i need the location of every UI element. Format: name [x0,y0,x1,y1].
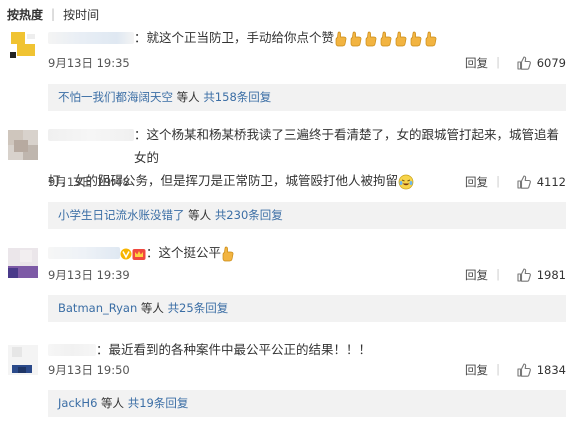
comment-body-line-1: ：这个杨某和杨某桥我读了三遍终于看清楚了，女的跟城管打起来，城管追着女的 [134,127,560,165]
timestamp: 9月13日 19:35 [48,56,130,70]
thumbs-up-icon [516,174,532,190]
sort-tabs: 按热度 | 按时间 [7,3,105,25]
comment-body: ：这个挺公平 [146,245,222,260]
view-replies-link[interactable]: 共19条回复 [128,396,189,410]
tab-sort-time[interactable]: 按时间 [63,6,105,23]
like-button[interactable]: 4112 [516,174,566,190]
like-button[interactable]: 1834 [516,362,566,378]
avatar[interactable] [8,248,38,278]
comment-meta: 9月13日 19:39 回复 | 1981 [48,267,566,283]
like-count: 4112 [536,175,566,189]
like-count: 6079 [536,56,566,70]
tab-sort-hot[interactable]: 按热度 [7,6,49,23]
member-crown-icon [132,248,146,260]
sub-reply-user-link[interactable]: 小学生日记流水账没错了 [58,208,185,222]
timestamp: 9月13日 19:39 [48,268,130,282]
sub-reply-connector: 等人 [173,90,204,104]
like-count: 1981 [536,268,566,282]
sub-reply-summary: JackH6 等人 共19条回复 [48,390,566,417]
thumbs-up-icon [516,267,532,283]
comment-meta: 9月13日 19:48 回复 | 4112 [48,174,566,190]
reply-button[interactable]: 回复 [465,267,488,283]
thumbs-up-icon [516,55,532,71]
v-badge-icon [120,248,132,259]
separator: | [496,55,500,69]
sub-reply-user-link[interactable]: Batman_Ryan [58,301,137,315]
comment-body: ：就这个正当防卫，手动给你点个赞 [134,30,335,45]
okay-hand-emoji [394,31,408,47]
sub-reply-summary: 小学生日记流水账没错了 等人 共230条回复 [48,202,566,229]
comment-meta: 9月13日 19:35 回复 | 6079 [48,55,566,71]
separator: | [496,174,500,188]
okay-hand-emoji [364,31,378,47]
view-replies-link[interactable]: 共158条回复 [203,90,271,104]
separator: | [496,362,500,376]
okay-hand-emoji [221,246,235,262]
tab-separator: | [51,7,56,21]
okay-hand-emoji [409,31,423,47]
comment-text: ：最近看到的各种案件中最公平公正的结果！！！ [48,338,566,361]
sub-reply-summary: Batman_Ryan 等人 共25条回复 [48,295,566,322]
reply-button[interactable]: 回复 [465,55,488,71]
comment-text: ：就这个正当防卫，手动给你点个赞 [48,26,566,49]
separator: | [496,267,500,281]
okay-hand-emoji [424,31,438,47]
okay-hand-emoji [334,31,348,47]
like-button[interactable]: 1981 [516,267,566,283]
timestamp: 9月13日 19:50 [48,363,130,377]
avatar[interactable] [8,130,38,160]
okay-hand-emoji [379,31,393,47]
view-replies-link[interactable]: 共25条回复 [168,301,229,315]
comment-item-3: ：这个挺公平 9月13日 19:39 回复 | 1981 Batman_Ryan… [0,238,580,326]
sub-reply-summary: 不怕一我们都海阔天空 等人 共158条回复 [48,84,566,111]
thumb-emojis [334,30,439,45]
comment-item-2: ：这个杨某和杨某桥我读了三遍终于看清楚了，女的跟城管打起来，城管追着女的 打，女… [0,122,580,230]
reply-button[interactable]: 回复 [465,174,488,190]
thumbs-up-icon [516,362,532,378]
comment-item-4: ：最近看到的各种案件中最公平公正的结果！！！ 9月13日 19:50 回复 | … [0,335,580,425]
like-count: 1834 [536,363,566,377]
sub-reply-connector: 等人 [97,396,128,410]
avatar[interactable] [8,345,38,375]
view-replies-link[interactable]: 共230条回复 [215,208,283,222]
avatar[interactable] [8,30,38,60]
sub-reply-user-link[interactable]: JackH6 [58,396,97,410]
comment-item-1: ：就这个正当防卫，手动给你点个赞 9月13日 19:35 回复 | 6079 不… [0,26,580,112]
comment-line-1: ：这个杨某和杨某桥我读了三遍终于看清楚了，女的跟城管打起来，城管追着女的 [48,123,566,169]
sub-reply-connector: 等人 [137,301,168,315]
sub-reply-user-link[interactable]: 不怕一我们都海阔天空 [58,90,173,104]
sub-reply-connector: 等人 [184,208,215,222]
like-button[interactable]: 6079 [516,55,566,71]
okay-hand-emoji [349,31,363,47]
comment-meta: 9月13日 19:50 回复 | 1834 [48,362,566,378]
comment-text: ：这个挺公平 [48,241,566,264]
comment-body: ：最近看到的各种案件中最公平公正的结果！！！ [96,342,372,357]
reply-button[interactable]: 回复 [465,362,488,378]
timestamp: 9月13日 19:48 [48,175,130,189]
